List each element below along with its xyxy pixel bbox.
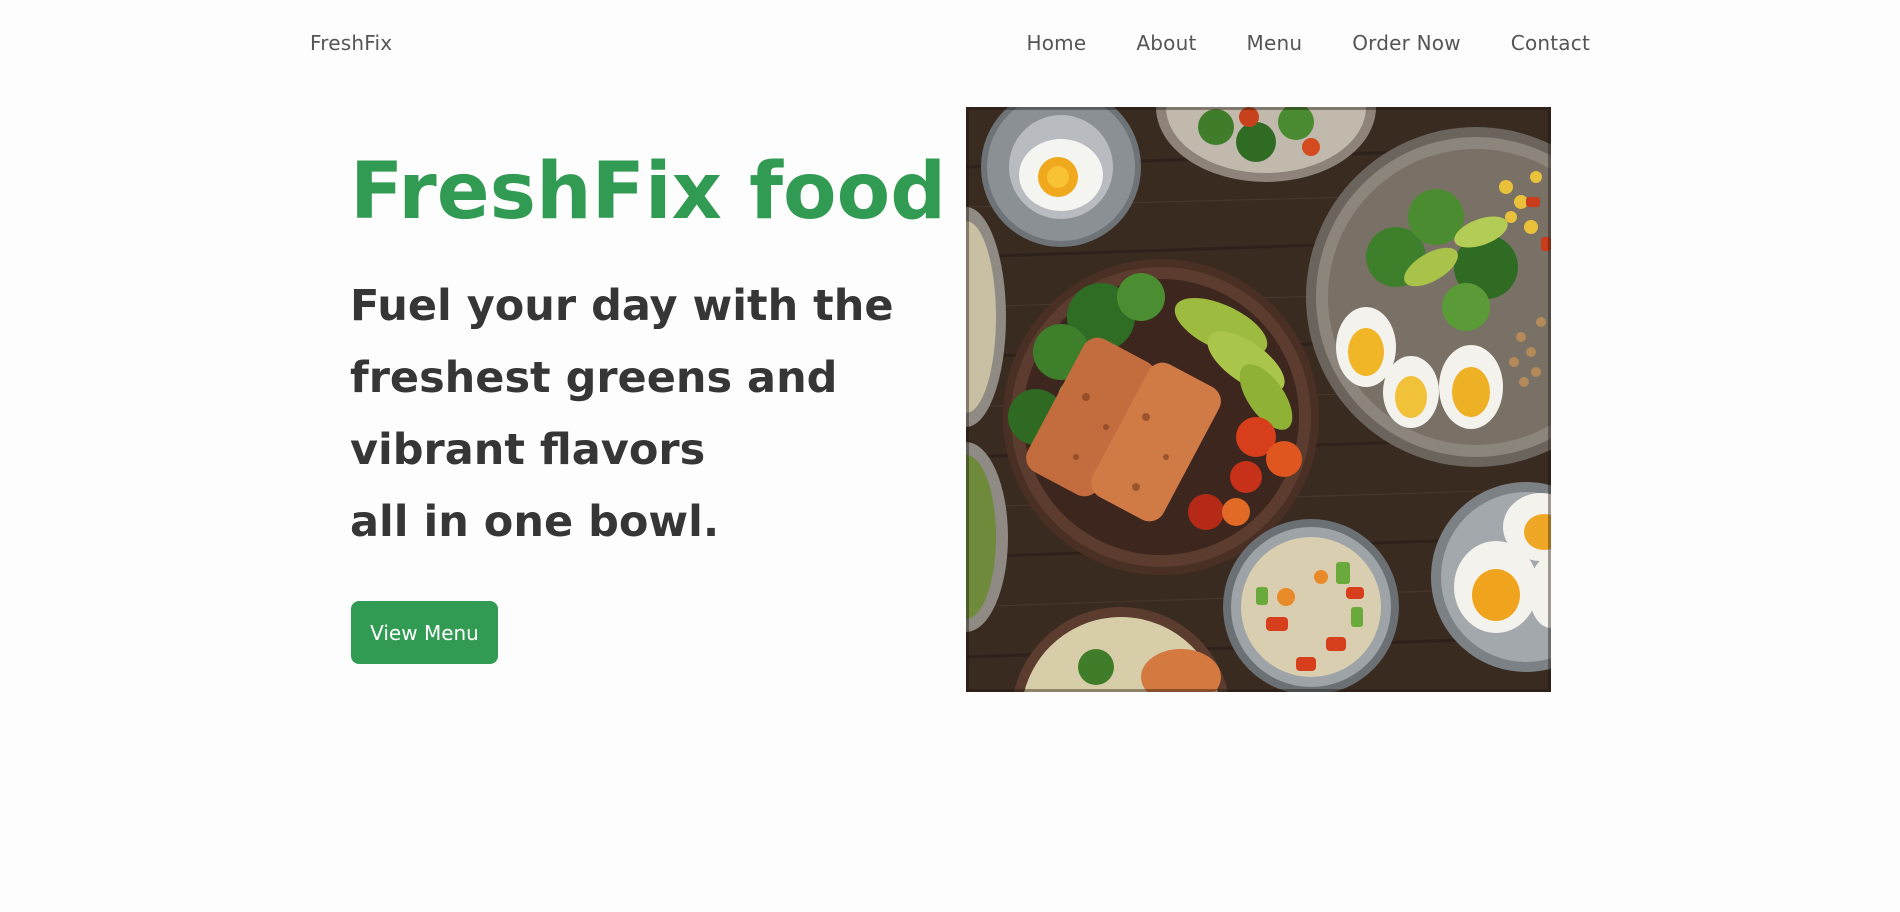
nav-about[interactable]: About — [1136, 31, 1196, 55]
tagline-line: freshest greens and — [350, 353, 838, 403]
nav-contact[interactable]: Contact — [1511, 31, 1590, 55]
hero-title: FreshFix food — [350, 147, 947, 237]
logo[interactable]: FreshFix — [310, 31, 392, 55]
tagline-line: Fuel your day with the — [350, 281, 894, 331]
nav-menu[interactable]: Menu — [1247, 31, 1303, 55]
tagline-line: vibrant flavors — [350, 425, 706, 475]
view-menu-button[interactable]: View Menu — [351, 601, 498, 664]
tagline-line: all in one bowl. — [350, 497, 720, 547]
nav-order-now[interactable]: Order Now — [1352, 31, 1461, 55]
main-nav: Home About Menu Order Now Contact — [1026, 31, 1590, 55]
page: FreshFix Home About Menu Order Now Conta… — [0, 0, 1900, 912]
food-bowls-image — [966, 107, 1551, 692]
nav-home[interactable]: Home — [1026, 31, 1086, 55]
hero-tagline: Fuel your day with the freshest greens a… — [350, 270, 910, 558]
